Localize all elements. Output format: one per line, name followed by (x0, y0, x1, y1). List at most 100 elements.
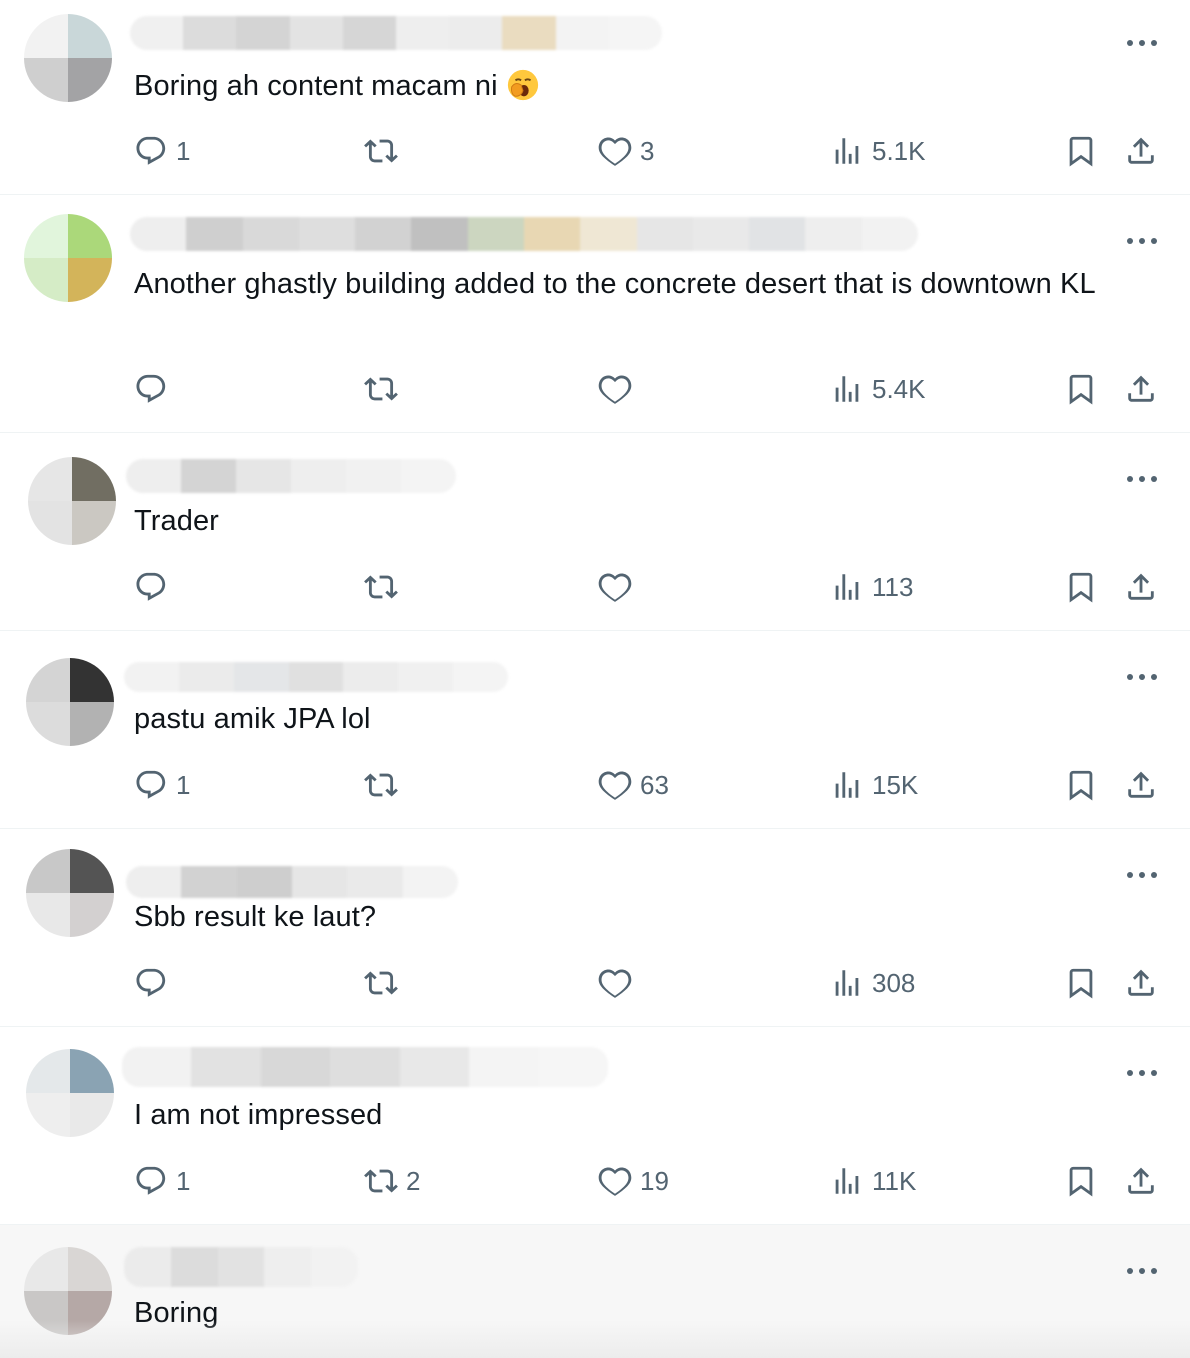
avatar-quadrant (68, 58, 112, 102)
more-options-button[interactable] (1120, 32, 1164, 54)
avatar-quadrant (26, 1093, 70, 1137)
action-bar: 113 (0, 567, 1190, 607)
more-options-button[interactable] (1120, 864, 1164, 886)
like-button[interactable] (598, 567, 640, 607)
share-button[interactable] (1124, 765, 1158, 805)
avatar[interactable] (24, 14, 112, 102)
reply-icon (136, 572, 166, 601)
retweet-button[interactable] (364, 567, 406, 607)
blurred-username (130, 16, 662, 50)
avatar-quadrant (72, 501, 116, 545)
reply-button[interactable] (134, 567, 176, 607)
blur-segment (311, 1247, 358, 1287)
reply-item[interactable]: pastu amik JPA lol 1 63 15K (0, 631, 1190, 829)
more-options-button[interactable] (1120, 230, 1164, 252)
reply-text-content: Boring (134, 1297, 219, 1329)
reply-icon (136, 770, 166, 799)
reply-text: pastu amik JPA lol (134, 699, 1134, 739)
reply-text: Another ghastly building added to the co… (134, 264, 1134, 304)
avatar-quadrant (26, 1049, 70, 1093)
views-button[interactable]: 113 (830, 567, 913, 607)
more-options-button[interactable] (1120, 468, 1164, 490)
blur-segment (126, 459, 181, 493)
avatar[interactable] (24, 214, 112, 302)
share-button[interactable] (1124, 963, 1158, 1003)
avatar-quadrant (28, 457, 72, 501)
reply-item[interactable]: Sbb result ke laut? 308 (0, 829, 1190, 1027)
like-button[interactable] (598, 369, 640, 409)
blur-segment (467, 217, 524, 251)
blur-segment (749, 217, 806, 251)
reply-button[interactable]: 1 (134, 131, 190, 171)
reply-item[interactable]: Another ghastly building added to the co… (0, 195, 1190, 433)
avatar[interactable] (26, 1049, 114, 1137)
share-icon (1128, 1167, 1154, 1194)
blur-segment (523, 217, 581, 251)
avatar[interactable] (24, 1247, 112, 1335)
reply-item[interactable]: Boring (0, 1225, 1190, 1358)
reply-item[interactable]: Trader 113 (0, 433, 1190, 631)
blur-segment (242, 217, 299, 251)
share-button[interactable] (1124, 131, 1158, 171)
reply-text-content: Sbb result ke laut? (134, 901, 377, 933)
reply-button[interactable]: 1 (134, 1161, 190, 1201)
views-button[interactable]: 11K (830, 1161, 916, 1201)
more-options-button[interactable] (1120, 666, 1164, 688)
retweet-button[interactable] (364, 131, 406, 171)
retweet-button[interactable] (364, 963, 406, 1003)
bookmark-button[interactable] (1064, 567, 1098, 607)
heart-icon (598, 137, 632, 166)
views-icon (835, 574, 859, 600)
reply-text: Boring (134, 1293, 1134, 1333)
heart-icon (598, 1167, 632, 1196)
avatar-quadrant (26, 658, 70, 702)
views-button[interactable]: 308 (830, 963, 915, 1003)
views-count: 113 (872, 571, 914, 602)
more-options-button[interactable] (1120, 1260, 1164, 1282)
share-icon (1128, 573, 1154, 600)
retweet-count: 2 (406, 1165, 421, 1196)
reply-item[interactable]: Boring ah content macam ni 1 3 5.1K (0, 0, 1190, 195)
avatar-quadrant (26, 893, 70, 937)
views-count: 5.4K (872, 373, 926, 404)
bookmark-button[interactable] (1064, 963, 1098, 1003)
avatar-quadrant (70, 849, 114, 893)
like-button[interactable]: 19 (598, 1161, 669, 1201)
retweet-button[interactable] (364, 369, 406, 409)
reply-button[interactable]: 1 (134, 765, 190, 805)
views-button[interactable]: 5.1K (830, 131, 926, 171)
blur-segment (502, 16, 556, 50)
bookmark-button[interactable] (1064, 131, 1098, 171)
bookmark-icon (1069, 572, 1093, 603)
avatar[interactable] (26, 849, 114, 937)
reply-text-content: Trader (134, 505, 219, 537)
bookmark-button[interactable] (1064, 369, 1098, 409)
retweet-button[interactable]: 2 (364, 1161, 420, 1201)
blur-segment (298, 217, 356, 251)
reply-item[interactable]: I am not impressed 1 2 19 11K (0, 1027, 1190, 1225)
share-button[interactable] (1124, 567, 1158, 607)
blur-segment (861, 217, 918, 251)
avatar-quadrant (24, 1247, 68, 1291)
share-icon (1128, 969, 1154, 996)
reply-button[interactable] (134, 369, 176, 409)
bookmark-button[interactable] (1064, 765, 1098, 805)
blur-segment (411, 217, 468, 251)
share-button[interactable] (1124, 369, 1158, 409)
bookmark-button[interactable] (1064, 1161, 1098, 1201)
more-icon (1127, 40, 1157, 46)
avatar[interactable] (26, 658, 114, 746)
retweet-button[interactable] (364, 765, 406, 805)
share-button[interactable] (1124, 1161, 1158, 1201)
reply-text-content: Another ghastly building added to the co… (134, 268, 1096, 300)
views-button[interactable]: 5.4K (830, 369, 926, 409)
blur-segment (289, 16, 343, 50)
like-button[interactable]: 3 (598, 131, 654, 171)
like-count: 3 (640, 135, 655, 166)
views-button[interactable]: 15K (830, 765, 918, 805)
like-button[interactable] (598, 963, 640, 1003)
more-options-button[interactable] (1120, 1062, 1164, 1084)
like-button[interactable]: 63 (598, 765, 669, 805)
avatar[interactable] (28, 457, 116, 545)
reply-button[interactable] (134, 963, 176, 1003)
